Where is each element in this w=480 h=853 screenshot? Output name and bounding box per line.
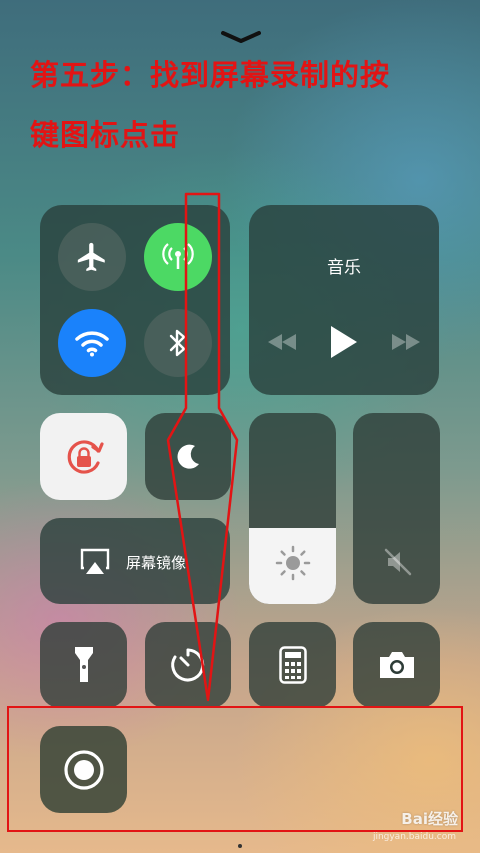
watermark-brand: Bai经验 [401, 810, 458, 828]
watermark-url: jingyan.baidu.com [372, 832, 456, 842]
home-indicator [238, 844, 242, 848]
annotation-highlight-box [7, 706, 463, 832]
